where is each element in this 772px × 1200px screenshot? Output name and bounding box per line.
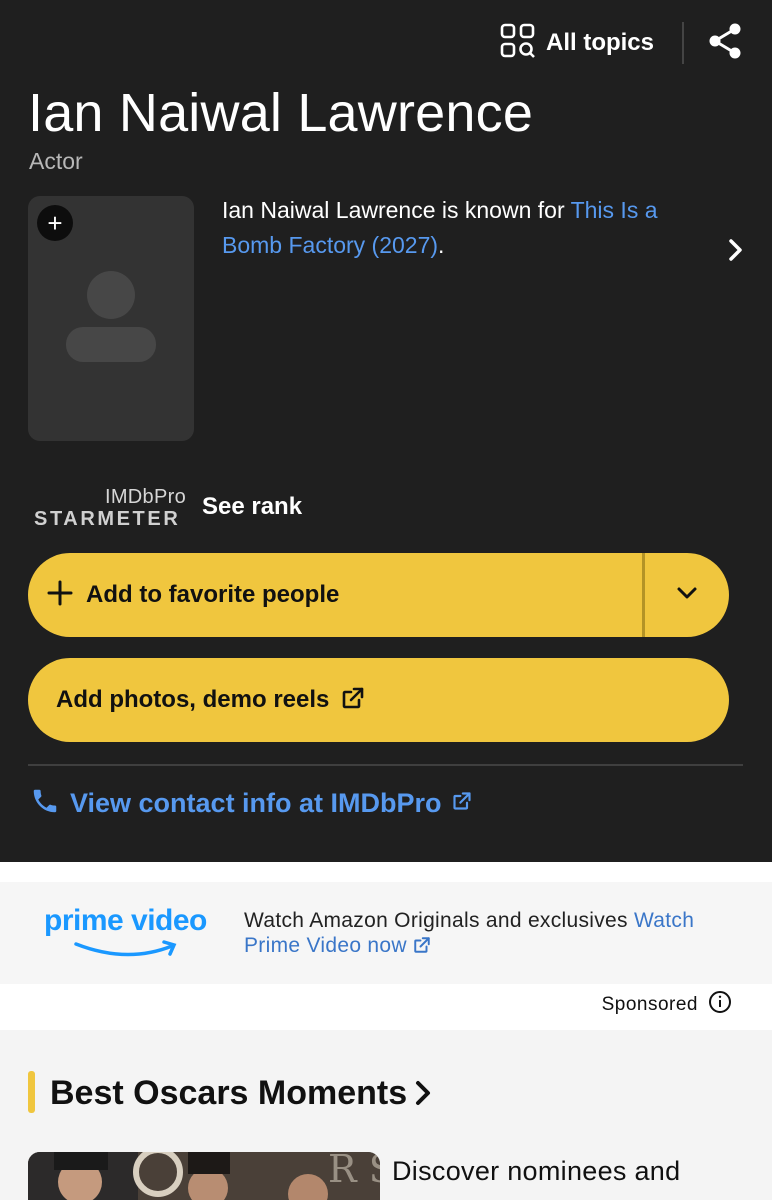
- plus-icon[interactable]: +: [37, 205, 73, 241]
- prime-video-logo[interactable]: prime video: [44, 904, 216, 966]
- all-topics-button[interactable]: All topics: [500, 22, 684, 64]
- grid-search-icon: [500, 23, 536, 64]
- ad-text: Watch Amazon Originals and exclusives Wa…: [244, 908, 744, 958]
- prime-video-logo-text: prime video: [44, 904, 207, 937]
- known-for-suffix: .: [438, 232, 445, 258]
- info-icon: [708, 990, 732, 1020]
- external-link-icon: [341, 686, 365, 715]
- external-link-icon: [414, 937, 430, 953]
- add-photos-label: Add photos, demo reels: [56, 686, 330, 713]
- plus-icon: [46, 579, 74, 612]
- section-title[interactable]: Best Oscars Moments: [50, 1074, 407, 1113]
- add-to-favorites-button[interactable]: Add to favorite people: [28, 553, 642, 637]
- chevron-down-icon: [676, 586, 698, 605]
- svg-text:R S: R S: [328, 1152, 380, 1191]
- person-role: Actor: [29, 148, 83, 174]
- starmeter-brand-bottom: STARMETER: [34, 508, 181, 530]
- chevron-right-icon[interactable]: [726, 236, 746, 269]
- share-icon: [708, 23, 742, 64]
- contact-info-link[interactable]: View contact info at IMDbPro: [30, 786, 472, 821]
- see-rank-link[interactable]: See rank: [202, 493, 302, 521]
- section-description: Discover nominees and: [392, 1156, 681, 1186]
- phone-icon: [30, 786, 60, 821]
- person-photo-placeholder[interactable]: +: [28, 196, 194, 441]
- person-hero: All topics Ian Naiwal Lawrence Actor + I…: [0, 0, 772, 862]
- favorites-dropdown-button[interactable]: [645, 553, 729, 637]
- oscars-video-thumbnail[interactable]: R S: [28, 1152, 380, 1200]
- external-link-icon: [452, 791, 472, 816]
- share-button[interactable]: [684, 23, 742, 64]
- thumbnail-image: R S: [28, 1152, 380, 1200]
- prime-smile-icon: [74, 940, 177, 957]
- add-to-favorites-button-group: Add to favorite people: [28, 553, 729, 637]
- contact-info-label: View contact info at IMDbPro: [70, 788, 442, 818]
- known-for-text: Ian Naiwal Lawrence is known for This Is…: [222, 193, 722, 263]
- add-to-favorites-label: Add to favorite people: [86, 581, 340, 608]
- person-silhouette-icon: [66, 271, 156, 362]
- sponsored-text: Sponsored: [601, 994, 698, 1015]
- chevron-right-icon[interactable]: [412, 1078, 434, 1113]
- known-for-prefix: Ian Naiwal Lawrence is known for: [222, 197, 571, 223]
- sponsored-label[interactable]: Sponsored: [602, 990, 732, 1020]
- divider: [28, 764, 743, 766]
- starmeter-brand-top: IMDbPro: [104, 486, 186, 508]
- add-photos-button[interactable]: Add photos, demo reels: [28, 658, 729, 742]
- ad-copy: Watch Amazon Originals and exclusives: [244, 909, 634, 932]
- person-name: Ian Naiwal Lawrence: [28, 83, 534, 143]
- section-accent-bar: [28, 1071, 35, 1113]
- top-bar: All topics: [500, 22, 742, 64]
- starmeter-logo: IMDbPro STARMETER: [34, 486, 186, 534]
- all-topics-label: All topics: [545, 29, 654, 56]
